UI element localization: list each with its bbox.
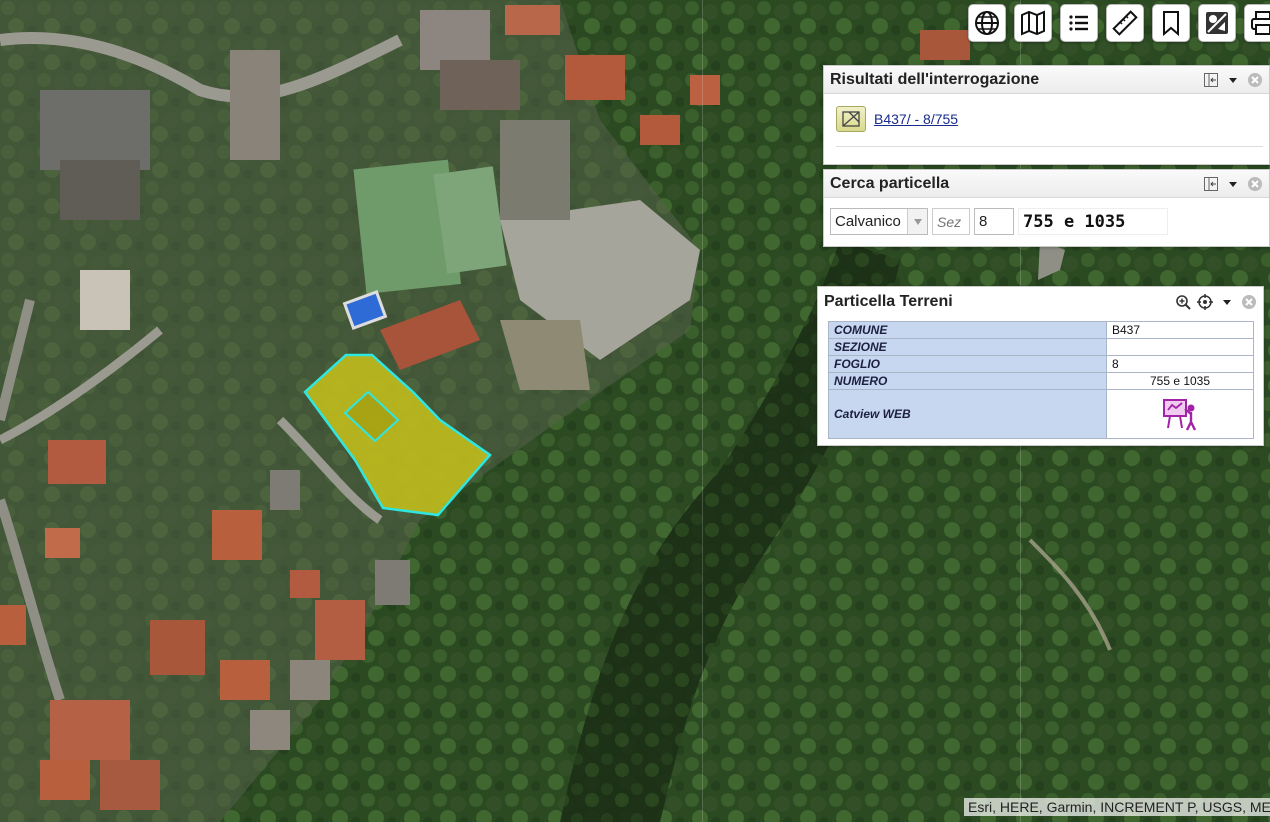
attribute-key: NUMERO: [828, 372, 1107, 390]
dock-icon: [1204, 72, 1218, 87]
search-form: Calvanico: [824, 198, 1269, 245]
table-row: Catview WEB: [828, 389, 1254, 439]
comune-select[interactable]: Calvanico: [830, 208, 928, 235]
panel-menu-button[interactable]: [1219, 294, 1235, 310]
zoom-to-feature-button[interactable]: [836, 106, 866, 132]
presentation-icon: [1163, 399, 1197, 431]
panel-title: Risultati dell'interrogazione: [830, 70, 1040, 88]
crosshair-icon: [1197, 294, 1213, 310]
chevron-down-icon: [1229, 77, 1237, 83]
comune-select-value: Calvanico: [835, 213, 901, 230]
close-button[interactable]: [1247, 72, 1263, 88]
attribute-value: [1106, 338, 1254, 356]
basemap-button[interactable]: [1014, 4, 1052, 42]
measure-button[interactable]: [1106, 4, 1144, 42]
table-row: COMUNE B437: [828, 321, 1254, 339]
divider: [836, 146, 1263, 147]
map-grid-line: [702, 0, 703, 822]
close-icon: [1248, 72, 1262, 87]
result-link[interactable]: B437/ - 8/755: [874, 111, 958, 127]
table-row: FOGLIO 8: [828, 355, 1254, 373]
bookmark-button[interactable]: [1152, 4, 1190, 42]
globe-icon: [975, 11, 999, 35]
result-row: B437/ - 8/755: [824, 94, 1269, 132]
panel-header: Risultati dell'interrogazione: [824, 66, 1269, 94]
zoom-to-button[interactable]: [1175, 294, 1191, 310]
chevron-down-icon: [1229, 181, 1237, 187]
map-toolbar: [968, 4, 1270, 42]
map-feature-icon: [842, 111, 860, 127]
dock-button[interactable]: [1203, 176, 1219, 192]
attribute-key: FOGLIO: [828, 355, 1107, 373]
attribute-value: B437: [1106, 321, 1254, 339]
panel-header: Particella Terreni: [818, 287, 1263, 317]
attribute-value: 8: [1106, 355, 1254, 373]
map-icon: [1021, 10, 1045, 36]
dropdown-button[interactable]: [907, 209, 927, 234]
chevron-down-icon: [913, 218, 922, 225]
attribute-key: COMUNE: [828, 321, 1107, 339]
dock-icon: [1204, 176, 1218, 191]
print-icon: [1251, 11, 1270, 35]
panel-header: Cerca particella: [824, 170, 1269, 198]
table-row: NUMERO 755 e 1035: [828, 372, 1254, 390]
legend-button[interactable]: [1060, 4, 1098, 42]
close-button[interactable]: [1241, 294, 1257, 310]
panel-menu-button[interactable]: [1225, 72, 1241, 88]
attribute-value: 755 e 1035: [1106, 372, 1254, 390]
layers-button[interactable]: [1198, 4, 1236, 42]
globe-button[interactable]: [968, 4, 1006, 42]
attribute-key: Catview WEB: [828, 389, 1107, 439]
bookmark-icon: [1163, 11, 1179, 37]
attribute-table: COMUNE B437 SEZIONE FOGLIO 8 NUMERO 755 …: [828, 321, 1254, 439]
sezione-input[interactable]: [932, 208, 970, 235]
print-button[interactable]: [1244, 4, 1270, 42]
foglio-input[interactable]: [974, 208, 1014, 235]
panel-title: Particella Terreni: [824, 293, 953, 310]
catview-web-link[interactable]: [1112, 396, 1248, 432]
layers-icon: [1206, 12, 1228, 34]
close-icon: [1242, 295, 1256, 309]
list-icon: [1069, 15, 1088, 31]
panel-title: Cerca particella: [830, 174, 950, 192]
panel-menu-button[interactable]: [1225, 176, 1241, 192]
table-row: SEZIONE: [828, 338, 1254, 356]
query-results-panel: Risultati dell'interrogazione B437/ - 8/…: [823, 65, 1270, 165]
chevron-down-icon: [1223, 300, 1231, 305]
map-attribution: Esri, HERE, Garmin, INCREMENT P, USGS, M…: [964, 798, 1270, 816]
locate-button[interactable]: [1197, 294, 1213, 310]
parcel-info-panel: Particella Terreni COMUNE B437 SEZIONE F…: [817, 286, 1264, 446]
close-icon: [1248, 176, 1262, 191]
attribute-key: SEZIONE: [828, 338, 1107, 356]
attribute-value: [1106, 389, 1254, 439]
search-parcel-panel: Cerca particella Calvanico: [823, 169, 1270, 247]
numero-input[interactable]: [1018, 208, 1168, 235]
ruler-icon: [1112, 10, 1138, 36]
dock-button[interactable]: [1203, 72, 1219, 88]
close-button[interactable]: [1247, 176, 1263, 192]
zoom-in-icon: [1176, 295, 1191, 310]
